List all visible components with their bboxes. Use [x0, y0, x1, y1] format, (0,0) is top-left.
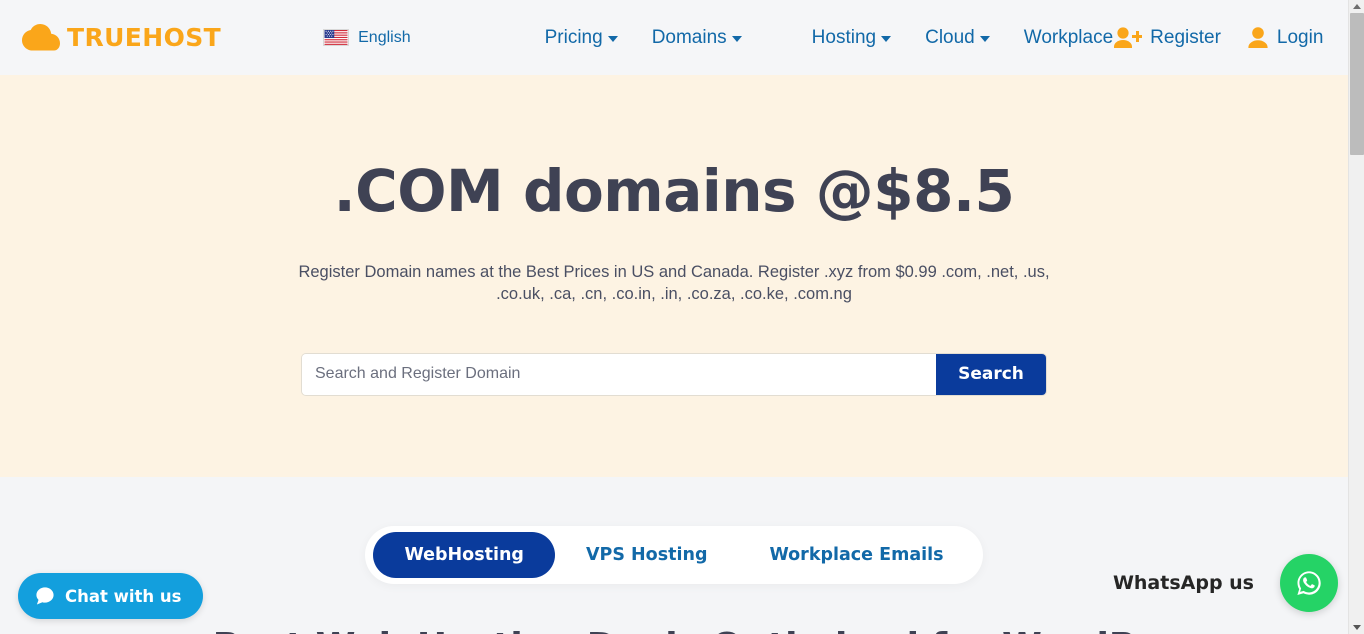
nav-label-hosting: Hosting — [811, 26, 877, 48]
whatsapp-icon — [1293, 567, 1325, 599]
logo-text: TRUEHOST — [67, 23, 222, 52]
search-button[interactable]: Search — [936, 353, 1046, 395]
login-button[interactable]: Login — [1247, 26, 1324, 50]
site-header: TRUEHOST English Pricing Domains Hosting… — [0, 0, 1348, 75]
user-actions: Register Login — [1113, 25, 1348, 51]
search-input[interactable] — [302, 353, 936, 395]
tab-vps-hosting[interactable]: VPS Hosting — [555, 532, 739, 578]
main-navigation: Pricing Domains Hosting Cloud Workplace — [545, 27, 1114, 49]
register-button[interactable]: Register — [1113, 26, 1221, 50]
nav-label-pricing: Pricing — [544, 26, 603, 48]
nav-item-workplace[interactable]: Workplace — [1024, 27, 1113, 49]
browser-viewport: TRUEHOST English Pricing Domains Hosting… — [0, 0, 1348, 634]
hero-subtitle: Register Domain names at the Best Prices… — [298, 263, 1050, 304]
nav-item-cloud[interactable]: Cloud — [925, 27, 990, 49]
nav-item-pricing[interactable]: Pricing — [545, 27, 618, 49]
scroll-up-arrow-icon[interactable] — [1349, 0, 1364, 13]
tab-workplace-emails[interactable]: Workplace Emails — [738, 532, 974, 578]
whatsapp-label: WhatsApp us — [1112, 572, 1254, 594]
page-root: TRUEHOST English Pricing Domains Hosting… — [0, 0, 1364, 634]
chevron-down-icon — [881, 36, 892, 42]
hero-section: .COM domains @$8.5 Register Domain names… — [0, 75, 1348, 477]
register-label: Register — [1150, 26, 1221, 48]
whatsapp-button[interactable] — [1280, 554, 1338, 612]
login-label: Login — [1276, 26, 1324, 48]
vertical-scrollbar[interactable] — [1348, 0, 1364, 634]
tab-webhosting[interactable]: WebHosting — [373, 532, 555, 578]
nav-item-domains[interactable]: Domains — [652, 27, 742, 49]
user-icon — [1247, 26, 1269, 50]
site-logo[interactable]: TRUEHOST — [22, 23, 221, 52]
cloud-icon — [22, 24, 60, 51]
language-selector[interactable]: English — [323, 28, 411, 47]
section-heading: Best Web Hosting Deals Optimised for Wor… — [0, 626, 1348, 634]
nav-label-workplace: Workplace — [1023, 26, 1114, 48]
nav-label-domains: Domains — [651, 26, 727, 48]
nav-label-cloud: Cloud — [925, 26, 975, 48]
user-plus-icon — [1113, 26, 1143, 50]
page-title: .COM domains @$8.5 — [333, 157, 1015, 225]
scroll-down-arrow-icon[interactable] — [1349, 621, 1364, 634]
chat-bubble-icon — [35, 586, 55, 606]
chevron-down-icon — [607, 36, 618, 42]
us-flag-icon — [323, 29, 350, 46]
chevron-down-icon — [979, 36, 990, 42]
chevron-down-icon — [731, 36, 742, 42]
nav-item-hosting[interactable]: Hosting — [811, 26, 892, 49]
scrollbar-thumb[interactable] — [1350, 13, 1364, 155]
language-label: English — [358, 28, 411, 46]
chat-widget-button[interactable]: Chat with us — [18, 573, 204, 619]
product-tabs: WebHosting VPS Hosting Workplace Emails — [365, 526, 983, 584]
chat-widget-label: Chat with us — [65, 586, 182, 606]
domain-search-bar: Search — [302, 353, 1046, 395]
whatsapp-widget: WhatsApp us — [1113, 554, 1338, 612]
